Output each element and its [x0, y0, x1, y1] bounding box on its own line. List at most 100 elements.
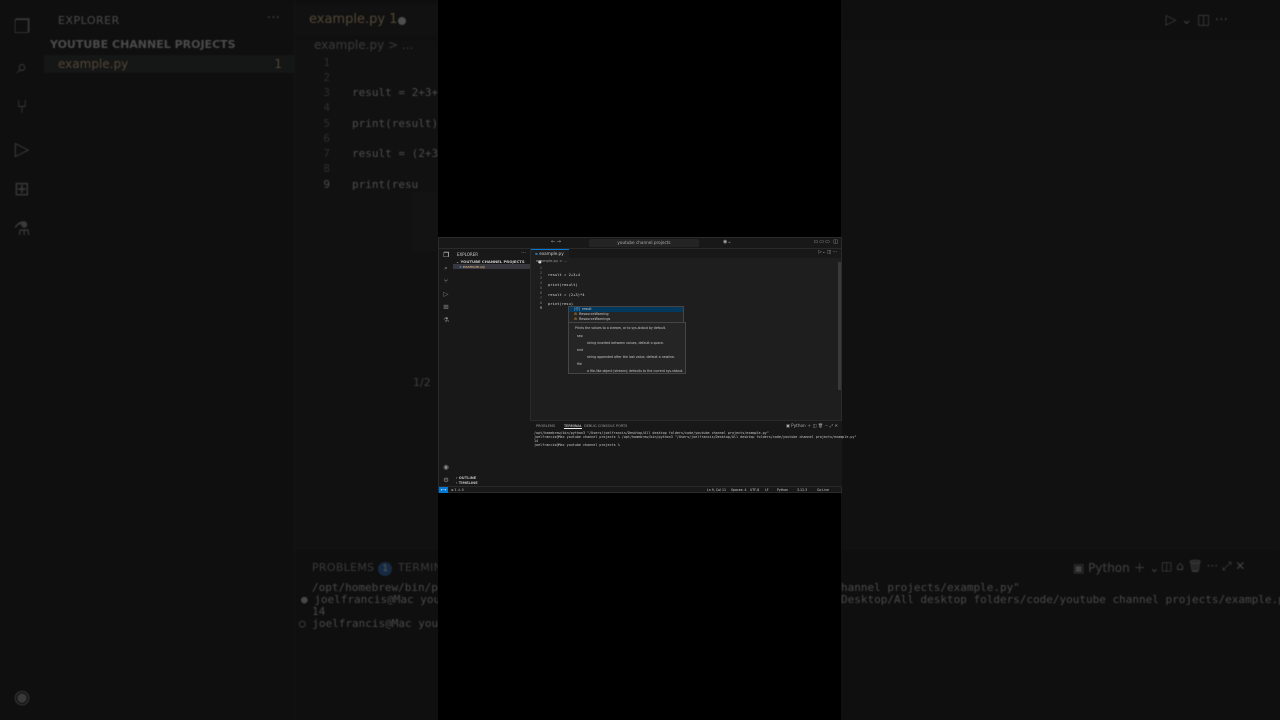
account-icon: ◉: [13, 686, 31, 708]
bg-problems-tab: PROBLEMS 1: [312, 561, 393, 576]
outline-section[interactable]: › OUTLINE: [456, 476, 476, 480]
more-icon: ···: [266, 10, 280, 26]
testing-icon[interactable]: ⚗: [442, 316, 450, 324]
bg-code-line: result = 2+3+4: [352, 86, 445, 99]
hover-line: a file-like object (stream); defaults to…: [587, 369, 684, 373]
status-encoding[interactable]: UTF-8: [750, 488, 759, 492]
variable-icon: [@]: [574, 307, 581, 311]
explorer-sidebar: EXPLORER ··· ⌄ YOUTUBE CHANNEL PROJECTS …: [453, 249, 531, 488]
signature-help: Prints the values to a stream, or to sys…: [568, 322, 686, 374]
files-icon[interactable]: ❐: [442, 251, 450, 259]
layout-controls-icon[interactable]: ▭▭▭ ◫: [814, 239, 840, 245]
bg-line-number: 6: [323, 132, 330, 145]
bg-code-line: print(resu: [352, 178, 419, 191]
status-bar: ⟷ ⊗ 1 ⚠ 0 Ln 9, Col 11 Spaces: 4 UTF-8 L…: [439, 486, 841, 493]
remote-icon[interactable]: ⟷: [439, 487, 448, 493]
tab-problems[interactable]: PROBLEMS: [536, 424, 555, 428]
bg-project-title: YOUTUBE CHANNEL PROJECTS: [50, 38, 236, 51]
title-bar: ← → youtube channel projects ◉⌄ ▭▭▭ ◫: [439, 238, 841, 249]
hover-line: string inserted between values, default …: [587, 341, 664, 345]
bg-terminal-right-line: Desktop/All desktop folders/code/youtube…: [841, 593, 1280, 606]
status-go-live[interactable]: Go Live: [817, 488, 829, 492]
run-icon[interactable]: ▷⌄ ◫ ···: [818, 250, 837, 255]
status-spaces[interactable]: Spaces: 4: [731, 488, 747, 492]
class-icon: ⚙: [574, 312, 578, 316]
bg-problems-badge: 1: [378, 562, 393, 576]
bg-terminal-text: joelfrancis@Mac yout: [314, 593, 447, 606]
screen: ❐ ⌕ ⑂ ▷ ⊞ ⚗ ◉ EXPLORER ··· YOUTUBE CHANN…: [0, 0, 1280, 720]
timeline-label: TIMELINE: [458, 481, 478, 485]
bg-breadcrumb: example.py > ...: [314, 38, 414, 52]
editor-tabs: ▪ example.py ● ▷⌄ ◫ ···: [531, 249, 841, 264]
bg-panel-tools: ◫ ⌂ 🗑 ··· ⤢ ✕: [1161, 559, 1246, 573]
code-line[interactable]: result = (2+3)*4: [548, 292, 585, 297]
suggestion-item[interactable]: [@] result: [569, 307, 683, 312]
tab-debug-console[interactable]: DEBUG CONSOLE: [584, 424, 615, 428]
extensions-icon[interactable]: ⊞: [442, 303, 450, 311]
terminal-line: joelfrancis@Mac youtube channel projects…: [534, 435, 857, 439]
more-icon[interactable]: ···: [521, 250, 526, 256]
hover-line: string appended after the last value, de…: [587, 355, 676, 359]
status-position[interactable]: Ln 9, Col 11: [707, 488, 726, 492]
bg-terminal-text: joelfrancis@Mac yout: [312, 617, 445, 630]
files-icon: ❐: [13, 16, 31, 38]
bg-line-number: 9: [323, 178, 330, 191]
status-eol[interactable]: LF: [765, 488, 769, 492]
suggestion-item[interactable]: ⚙ ResourceWarnings: [569, 317, 683, 322]
code-line[interactable]: result = 2+3+4: [548, 272, 580, 277]
suggestion-item[interactable]: ⚙ ResourceWarning: [569, 312, 683, 317]
status-version[interactable]: 3.12.3: [797, 488, 807, 492]
python-file-icon: ▪: [535, 251, 538, 256]
tab-ports[interactable]: PORTS: [616, 424, 627, 428]
status-errors[interactable]: ⊗ 1 ⚠ 0: [451, 488, 464, 492]
testing-icon: ⚗: [13, 218, 31, 240]
bg-line-number: 2: [323, 71, 330, 84]
bg-file-name: example.py: [58, 57, 129, 71]
copilot-icon[interactable]: ◉⌄: [723, 239, 732, 245]
hover-line: end: [577, 348, 584, 352]
suggestion-label: ResourceWarnings: [579, 317, 611, 321]
bg-suggest-count: 1/2: [413, 376, 431, 389]
tab-example-py[interactable]: ▪ example.py ●: [531, 249, 569, 264]
bg-code-line: result = (2+3)*: [352, 147, 452, 160]
search-icon: ⌕: [16, 56, 28, 78]
hover-line: file: [577, 362, 582, 366]
run-debug-icon: ▷: [14, 138, 30, 160]
account-icon[interactable]: ◉: [442, 463, 450, 471]
bg-activity-bar: ❐ ⌕ ⑂ ▷ ⊞ ⚗ ◉: [0, 0, 44, 720]
extensions-icon: ⊞: [14, 178, 30, 200]
source-control-icon: ⑂: [16, 96, 28, 118]
hover-line: sep: [577, 334, 583, 338]
tab-terminal[interactable]: TERMINAL: [564, 424, 582, 429]
bg-tab-label: example.py 1: [309, 12, 398, 27]
bg-line-number: 3: [323, 86, 330, 99]
class-icon: ⚙: [574, 317, 578, 321]
settings-gear-icon[interactable]: ⚙: [442, 476, 450, 484]
editor-scrollbar[interactable]: [838, 262, 841, 390]
run-debug-icon[interactable]: ▷: [442, 290, 450, 298]
file-item-example-py[interactable]: ▪ example.py: [453, 264, 530, 269]
terminal-python-label: Python: [791, 423, 806, 428]
bg-line-number: 4: [323, 101, 330, 114]
bg-python-label: ▣ Python ＋ ⌄: [1073, 561, 1160, 575]
activity-bar: ❐ ⌕ ⑂ ▷ ⊞ ⚗ ◉ ⚙: [439, 249, 453, 488]
timeline-section[interactable]: › TIMELINE: [456, 481, 478, 485]
bg-file-badge: 1: [274, 57, 282, 71]
source-control-icon[interactable]: ⑂: [442, 277, 450, 285]
run-icon: ▷ ⌄ ◫ ···: [1165, 12, 1228, 28]
breadcrumb[interactable]: example.py > ...: [536, 258, 567, 263]
suggestion-label: result: [582, 307, 592, 311]
bg-file-item: example.py 1: [44, 55, 294, 73]
code-line[interactable]: print(result): [548, 282, 578, 287]
hover-line: Prints the values to a stream, or to sys…: [575, 326, 667, 330]
command-center[interactable]: youtube channel projects: [589, 239, 699, 247]
terminal-line[interactable]: joelfrancis@Mac youtube channel projects…: [534, 443, 622, 447]
nav-arrows-icon[interactable]: ← →: [551, 239, 561, 245]
status-language[interactable]: Python: [777, 488, 788, 492]
bg-line-number: 5: [323, 117, 330, 130]
bg-explorer-title: EXPLORER: [58, 14, 120, 27]
bg-code-line: print(result): [352, 117, 439, 130]
terminal-tools[interactable]: ▣ Python ＋ ◫ 🗑 ··· ⤢ ✕: [786, 423, 838, 429]
search-icon[interactable]: ⌕: [442, 264, 450, 272]
bg-line-number: 8: [323, 162, 330, 175]
